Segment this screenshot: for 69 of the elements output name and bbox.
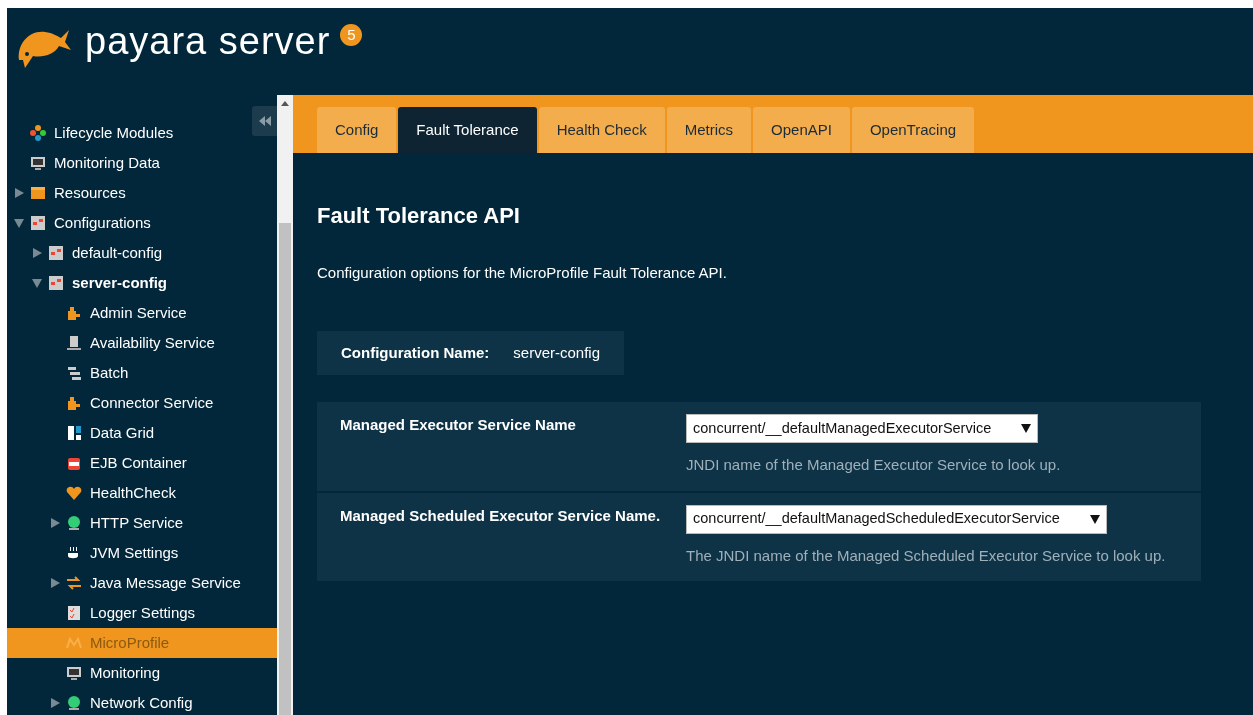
tree-item[interactable]: Monitoring bbox=[7, 658, 161, 688]
puzzle-icon bbox=[66, 305, 82, 321]
scroll-up-icon[interactable] bbox=[281, 101, 289, 106]
sliders-icon bbox=[30, 215, 46, 231]
collapsed-triangle-icon[interactable] bbox=[32, 248, 42, 258]
config-name-value: server-config bbox=[513, 342, 601, 363]
tab[interactable]: Metrics bbox=[666, 107, 752, 153]
tree-item[interactable]: Lifecycle Modules bbox=[7, 118, 174, 148]
monitor-icon bbox=[30, 155, 46, 171]
tree-item[interactable]: Availability Service bbox=[7, 328, 215, 358]
caret-icon bbox=[1089, 514, 1100, 524]
sliders-icon bbox=[48, 245, 64, 261]
collapsed-triangle-icon[interactable] bbox=[50, 518, 60, 528]
grid-icon bbox=[66, 425, 82, 441]
tree-item[interactable]: JVM Settings bbox=[7, 538, 179, 568]
config-name-label: Configuration Name: bbox=[341, 342, 490, 363]
version-badge: 5 bbox=[340, 24, 363, 46]
tree-item[interactable]: Network Config bbox=[7, 688, 193, 715]
page-title: Fault Tolerance API bbox=[317, 202, 521, 230]
help-text: The JNDI name of the Managed Scheduled Executor Service to look up. bbox=[686, 545, 1166, 566]
tab[interactable]: Health Check bbox=[538, 107, 665, 153]
sliders-icon bbox=[48, 275, 64, 291]
tab[interactable]: Fault Tolerance bbox=[398, 107, 537, 153]
puzzle-icon bbox=[66, 395, 82, 411]
tree-item[interactable]: Resources bbox=[7, 178, 126, 208]
product-name: payara server bbox=[85, 22, 331, 60]
circles-icon bbox=[30, 125, 46, 141]
globe-icon bbox=[66, 515, 82, 531]
collapse-button[interactable] bbox=[252, 106, 277, 136]
tab[interactable]: Config bbox=[317, 107, 397, 153]
dropdown-field[interactable]: concurrent/__defaultManagedScheduledExecutorService bbox=[686, 504, 1107, 534]
box-icon bbox=[30, 185, 46, 201]
field-label: Managed Executor Service Name bbox=[340, 415, 577, 435]
help-text: JNDI name of the Managed Executor Service to look up. bbox=[686, 455, 1061, 475]
monitor-icon bbox=[66, 665, 82, 681]
collapsed-triangle-icon[interactable] bbox=[50, 578, 60, 588]
scrollbar[interactable] bbox=[277, 95, 293, 715]
lines-icon bbox=[66, 365, 82, 381]
wave-icon bbox=[66, 635, 82, 651]
tree-item[interactable]: Configurations bbox=[7, 208, 151, 238]
tree-item[interactable]: Data Grid bbox=[7, 418, 155, 448]
collapsed-triangle-icon[interactable] bbox=[14, 188, 24, 198]
tree-item[interactable]: HealthCheck bbox=[7, 478, 176, 508]
scrollbar-thumb[interactable] bbox=[279, 223, 291, 715]
heart-icon bbox=[66, 485, 82, 501]
expanded-triangle-icon[interactable] bbox=[32, 278, 42, 288]
tree-item[interactable]: Batch bbox=[7, 358, 129, 388]
tab[interactable]: OpenAPI bbox=[753, 107, 850, 153]
tree-item[interactable]: Logger Settings bbox=[7, 598, 196, 628]
dropdown-field[interactable]: concurrent/__defaultManagedExecutorService bbox=[686, 414, 1039, 443]
caret-icon bbox=[1021, 424, 1032, 433]
tree-item[interactable]: server-config bbox=[7, 268, 168, 298]
tree-item[interactable]: Connector Service bbox=[7, 388, 214, 418]
expanded-triangle-icon[interactable] bbox=[14, 218, 24, 228]
server-icon bbox=[66, 335, 82, 351]
tree-item[interactable]: default-config bbox=[7, 238, 163, 268]
tab[interactable]: OpenTracing bbox=[851, 107, 975, 153]
tree-item[interactable]: Admin Service bbox=[7, 298, 187, 328]
checklist-icon bbox=[66, 605, 82, 621]
page-description: Configuration options for the MicroProfile Fault Tolerance API. bbox=[317, 263, 728, 283]
tree-item[interactable]: EJB Container bbox=[7, 448, 187, 478]
double-left-arrow-icon bbox=[258, 116, 271, 126]
collapsed-triangle-icon[interactable] bbox=[50, 698, 60, 708]
tree-item[interactable]: Monitoring Data bbox=[7, 148, 160, 178]
arrows-icon bbox=[66, 575, 82, 591]
field-label: Managed Scheduled Executor Service Name. bbox=[340, 505, 662, 526]
tree-item[interactable]: Java Message Service bbox=[7, 568, 241, 598]
globe-icon bbox=[66, 695, 82, 711]
tree-item[interactable]: HTTP Service bbox=[7, 508, 184, 538]
